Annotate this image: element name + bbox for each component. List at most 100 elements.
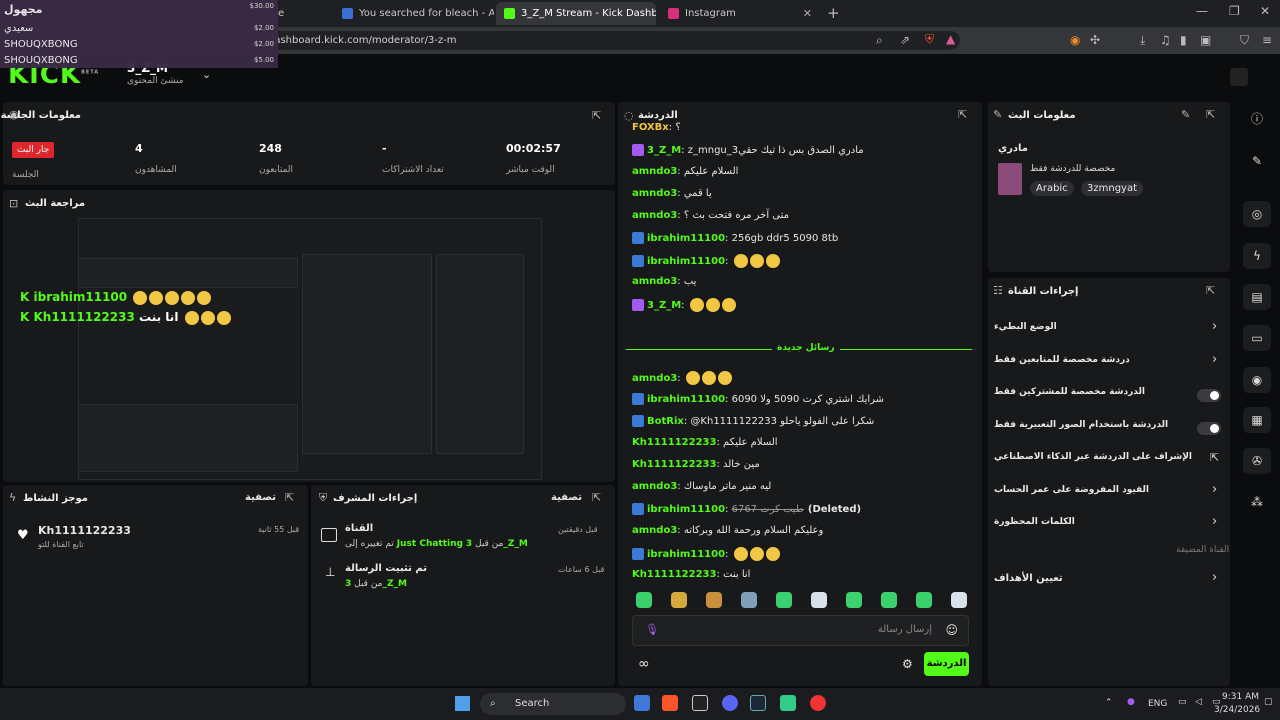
brave-shield-icon[interactable]: ⛨ [925, 32, 934, 47]
chat-message[interactable]: ibrahim11100: [632, 547, 780, 561]
tag-arabic[interactable]: Arabic [1030, 181, 1074, 196]
zoom-icon[interactable]: ⌕ [876, 33, 883, 48]
popout-icon[interactable]: ⇱ [958, 108, 967, 121]
chat-username[interactable]: ibrahim11100 [647, 256, 725, 267]
channel-action-label[interactable]: الكلمات المحظورة [994, 517, 1075, 527]
send-chat-button[interactable]: الدردشة [924, 652, 969, 676]
channel-action-label[interactable]: الإشراف على الدردشة عبر الذكاء الاصطناعي [994, 452, 1192, 462]
chat-message[interactable]: Kh1111122233: مين خالد [632, 459, 760, 470]
vpn-icon[interactable]: ⛉ [1240, 33, 1249, 48]
popout-icon[interactable]: ⇱ [1206, 284, 1215, 297]
tag-channel[interactable]: 3zmngyat [1081, 181, 1144, 196]
popout-icon[interactable]: ⇱ [285, 491, 294, 504]
document-icon[interactable]: ▤ [1243, 284, 1271, 310]
windows-start-icon[interactable] [455, 696, 470, 711]
chat-message[interactable]: 3_Z_M: [632, 298, 736, 312]
chat-username[interactable]: 3_Z_M [647, 300, 681, 311]
chat-bubble-icon[interactable]: ▭ [1243, 325, 1271, 351]
wallet-icon[interactable]: ▣ [1200, 33, 1211, 47]
close-icon[interactable]: ✕ [803, 7, 812, 20]
chat-message[interactable]: Kh1111122233: انا بنت [632, 569, 750, 580]
new-tab-icon[interactable]: + [827, 4, 840, 22]
chat-message[interactable]: ibrahim11100: طيب كرت 6767 (Deleted) [632, 503, 861, 515]
chat-input[interactable]: 🎙 إرسال رسالة ☺ [632, 615, 969, 646]
share-icon[interactable]: ⇗ [900, 33, 910, 47]
goals-label[interactable]: تعيين الأهداف [994, 573, 1063, 584]
chat-message[interactable]: amndo3: السلام عليكم [632, 166, 738, 177]
infinity-icon[interactable]: ∞ [638, 656, 650, 672]
chat-username[interactable]: amndo3 [632, 525, 677, 536]
emote-button[interactable] [846, 592, 862, 608]
tab-1[interactable]: e [270, 2, 330, 25]
clock-time[interactable]: 9:31 AM [1222, 692, 1259, 702]
emote-button[interactable] [811, 592, 827, 608]
chat-message[interactable]: amndo3: ليه منير ماتر ماوساك [632, 481, 771, 492]
brave-icon[interactable] [662, 695, 678, 711]
channel-dropdown-icon[interactable]: ⌄ [202, 68, 211, 81]
bolt-icon[interactable]: ϟ [1243, 243, 1271, 269]
capcut-icon[interactable] [692, 695, 708, 711]
emote-button[interactable] [636, 592, 652, 608]
mic-icon[interactable]: 🎙 [645, 623, 659, 636]
external-link-icon[interactable]: ⇱ [1210, 451, 1219, 464]
obs-icon[interactable] [780, 695, 796, 711]
wrench-icon[interactable]: ✇ [1243, 448, 1271, 474]
tab-anime[interactable]: You searched for bleach - Anime Slay [334, 2, 494, 25]
discord-icon[interactable] [722, 695, 738, 711]
extension-icon[interactable]: ◉ [1070, 33, 1080, 47]
chat-username[interactable]: amndo3 [632, 188, 677, 199]
chat-message[interactable]: amndo3: متى آخر مره فتحت بث ؟ [632, 210, 789, 221]
chevron-right-icon[interactable]: › [1212, 570, 1217, 585]
chat-message[interactable]: amndo3: يب [632, 276, 696, 287]
settings-icon[interactable]: ⚙ [902, 657, 913, 671]
chevron-right-icon[interactable]: › [1212, 352, 1217, 367]
emote-button[interactable] [916, 592, 932, 608]
camera-icon[interactable]: ◎ [1243, 201, 1271, 227]
edit-button-icon[interactable]: ✎ [1181, 108, 1190, 121]
info-icon[interactable]: ⓘ [1243, 106, 1271, 132]
emote-button[interactable] [671, 592, 687, 608]
chat-username[interactable]: 3_Z_M [647, 145, 681, 156]
chat-message[interactable]: ibrahim11100: شرايك اشتري كرت 5090 ولا 6… [632, 393, 884, 405]
chevron-right-icon[interactable]: › [1212, 482, 1217, 497]
maximize-icon[interactable]: ❐ [1229, 4, 1240, 18]
chat-username[interactable]: ibrahim11100 [647, 394, 725, 405]
steam-icon[interactable] [750, 695, 766, 711]
emoji-icon[interactable]: ☺ [945, 623, 958, 637]
mic-tray-icon[interactable]: ● [1127, 697, 1135, 707]
popout-icon[interactable]: ⇱ [592, 491, 601, 504]
tab-kick-dashboard[interactable]: 3_Z_M Stream - Kick Dashboard ✕ [496, 2, 656, 25]
sidebar-icon[interactable]: ▮ [1180, 33, 1187, 47]
toggle-switch[interactable] [1197, 421, 1221, 435]
url-field[interactable]: dashboard.kick.com/moderator/3-z-m [250, 31, 960, 50]
tab-instagram[interactable]: Instagram ✕ [660, 2, 820, 25]
chat-username[interactable]: amndo3 [632, 166, 677, 177]
popout-icon[interactable]: ⇱ [592, 109, 601, 122]
emote-button[interactable] [881, 592, 897, 608]
taskbar-search[interactable]: ⌕ Search [480, 693, 626, 715]
chat-message[interactable]: 3_Z_M: z_mngu_مادري الصدق بس ذا تيك حقي3 [632, 144, 864, 156]
apps-icon[interactable]: ⁂ [1243, 489, 1271, 515]
chat-message[interactable]: ibrahim11100: [632, 254, 780, 268]
chat-username[interactable]: Kh1111122233 [632, 569, 716, 580]
chat-username[interactable]: amndo3 [632, 481, 677, 492]
channel-action-label[interactable]: دردشة مخصصة للمتابعين فقط [994, 355, 1130, 365]
channel-action-label[interactable]: الدردشة باستخدام الصور التعبيرية فقط [994, 420, 1168, 430]
puzzle-icon[interactable]: ✣ [1090, 33, 1100, 47]
menu-icon[interactable]: ≡ [1262, 33, 1272, 47]
chat-username[interactable]: Kh1111122233 [632, 437, 716, 448]
filter-button[interactable]: تصفية [245, 492, 276, 503]
notifications-icon[interactable]: ▢ [1264, 697, 1273, 707]
chat-username[interactable]: amndo3 [632, 373, 677, 384]
emote-button[interactable] [951, 592, 967, 608]
language-indicator[interactable]: ENG [1148, 699, 1167, 709]
chat-message[interactable]: amndo3: وعليكم السلام ورحمة الله وبركاته [632, 525, 823, 536]
volume-icon[interactable]: ◁ [1195, 697, 1202, 707]
chat-username[interactable]: Kh1111122233 [632, 459, 716, 470]
chat-message[interactable]: Kh1111122233: السلام عليكم [632, 437, 778, 448]
chat-message[interactable]: amndo3: يا قمي [632, 188, 712, 199]
channel-action-label[interactable]: الدردشة مخصصة للمشتركين فقط [994, 387, 1145, 397]
layout-icon[interactable]: ▦ [1243, 407, 1271, 433]
emote-button[interactable] [776, 592, 792, 608]
chat-username[interactable]: ibrahim11100 [647, 549, 725, 560]
